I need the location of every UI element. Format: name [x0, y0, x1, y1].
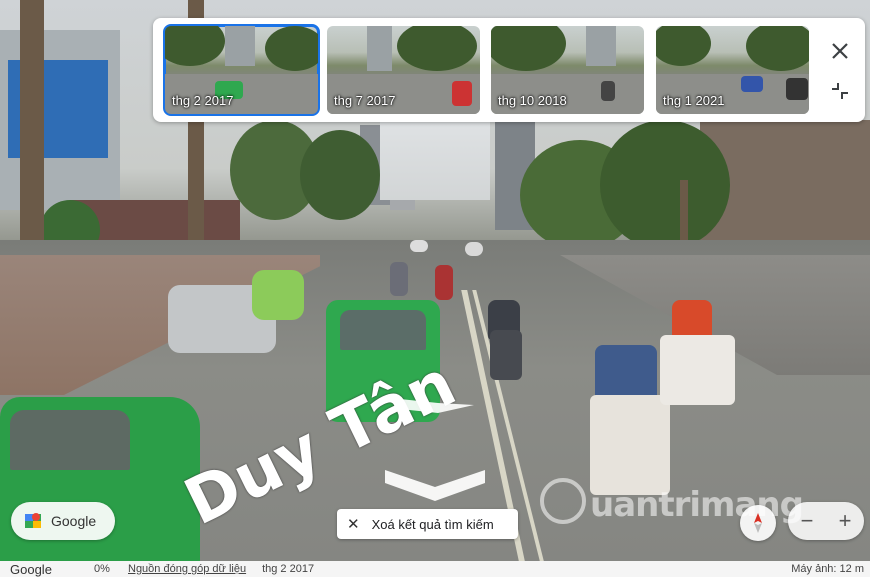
timeline-date-label: thg 10 2018 — [498, 93, 567, 108]
compass-icon[interactable] — [740, 505, 776, 541]
data-source-link[interactable]: Nguồn đóng góp dữ liệu — [128, 563, 246, 575]
timeline-panel: thg 2 2017 thg 7 2017 thg 10 2018 thg 1 … — [153, 18, 865, 122]
google-logo: Google — [10, 561, 52, 577]
motorbike — [390, 262, 408, 296]
footer-bar: Google 0% Nguồn đóng góp dữ liệu thg 2 2… — [0, 561, 870, 577]
taxi-left-window — [10, 410, 130, 470]
timeline-thumb-2[interactable]: thg 7 2017 — [327, 26, 480, 114]
navigate-forward-arrow[interactable] — [380, 465, 490, 505]
google-maps-pin-icon — [25, 513, 41, 528]
close-icon: ✕ — [347, 516, 360, 533]
motorbike — [660, 335, 735, 405]
watermark-logo-icon — [540, 478, 586, 524]
clear-search-label: Xoá kết quả tìm kiếm — [371, 516, 494, 532]
timeline-thumb-3[interactable]: thg 10 2018 — [491, 26, 644, 114]
motorbike — [490, 330, 522, 380]
clear-search-button[interactable]: ✕ Xoá kết quả tìm kiếm — [337, 509, 518, 539]
zoom-out-button[interactable]: − — [788, 502, 826, 540]
zoom-in-button[interactable]: + — [826, 502, 864, 540]
tree — [600, 120, 730, 250]
tree — [300, 130, 380, 220]
taxi-windshield — [340, 310, 426, 350]
zoom-controls: − + — [788, 502, 864, 540]
close-icon[interactable] — [827, 38, 853, 64]
car-distant — [410, 240, 428, 252]
timeline-date-label: thg 7 2017 — [334, 93, 396, 108]
sky — [380, 120, 490, 200]
google-maps-button[interactable]: Google — [11, 502, 115, 540]
timeline-date-label: thg 2 2017 — [172, 93, 234, 108]
motorbike — [435, 265, 453, 300]
motorbike — [590, 395, 670, 495]
capture-date: thg 2 2017 — [262, 563, 315, 575]
google-label: Google — [51, 513, 97, 529]
percent-label: 0% — [94, 563, 110, 575]
timeline-thumb-4[interactable]: thg 1 2021 — [656, 26, 809, 114]
navigate-side-arrow[interactable] — [398, 395, 478, 417]
scale-label: Máy ảnh: 12 m — [791, 563, 864, 575]
timeline-thumb-1[interactable]: thg 2 2017 — [163, 24, 320, 116]
car-green — [252, 270, 304, 320]
collapse-icon[interactable] — [829, 80, 851, 102]
timeline-date-label: thg 1 2021 — [663, 93, 725, 108]
car-distant — [465, 242, 483, 256]
